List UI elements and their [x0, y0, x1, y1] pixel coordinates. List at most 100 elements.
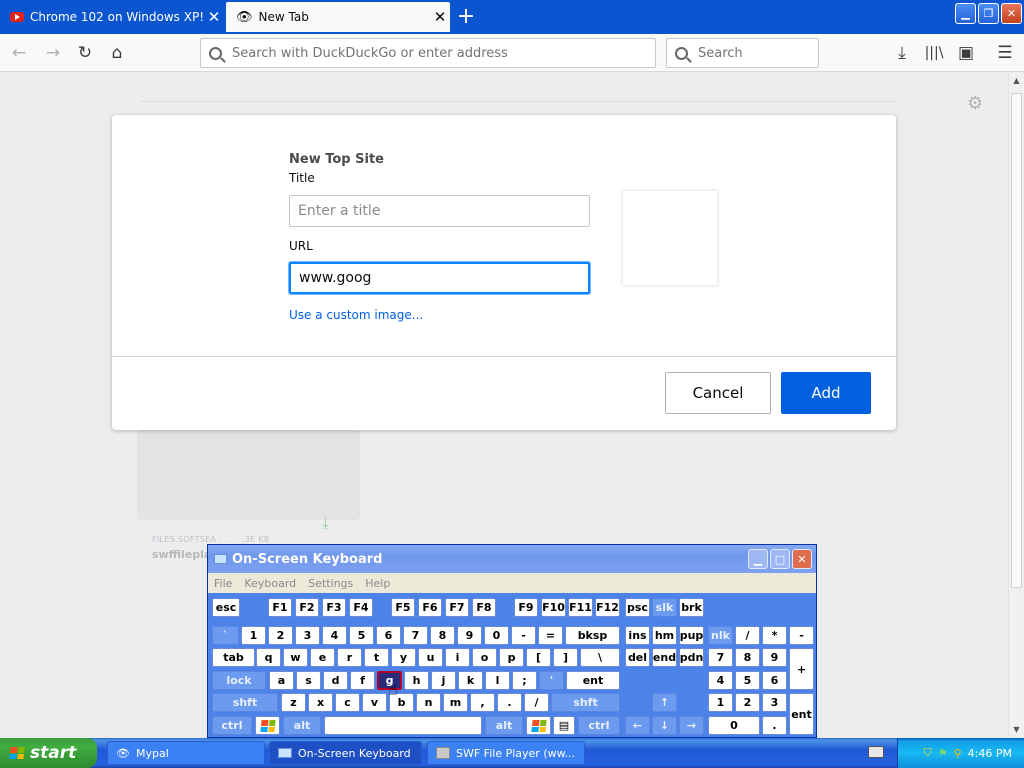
osk-key[interactable]: F10	[541, 598, 566, 617]
osk-key[interactable]: .	[762, 716, 787, 735]
osk-key[interactable]: 6	[762, 671, 787, 690]
osk-key[interactable]: 0	[708, 716, 760, 735]
osk-key[interactable]: hm	[652, 626, 677, 645]
download-icon[interactable]: ⤓	[890, 41, 914, 65]
osk-key[interactable]: k	[458, 671, 483, 690]
osk-key[interactable]: F5	[391, 598, 415, 617]
add-button[interactable]: Add	[781, 372, 871, 414]
osk-key[interactable]: 3	[295, 626, 320, 645]
osk-key[interactable]: '	[539, 671, 564, 690]
osk-key[interactable]: 4	[708, 671, 733, 690]
osk-key[interactable]: alt	[485, 716, 523, 735]
taskbar-item-swf-player[interactable]: SWF File Player (ww...	[427, 741, 585, 765]
close-tab-icon[interactable]: ✕	[204, 8, 224, 26]
osk-key[interactable]: q	[256, 648, 281, 667]
osk-minimize-button[interactable]: ▁	[748, 549, 768, 569]
osk-key[interactable]: 3	[762, 693, 787, 712]
osk-key[interactable]: psc	[625, 598, 650, 617]
osk-key[interactable]: i	[445, 648, 470, 667]
osk-key[interactable]: F11	[568, 598, 593, 617]
osk-key[interactable]: s	[296, 671, 321, 690]
osk-key[interactable]: pdn	[679, 648, 704, 667]
menu-keyboard[interactable]: Keyboard	[238, 577, 302, 590]
minimize-button[interactable]: ▁	[955, 3, 976, 24]
osk-key[interactable]: 7	[708, 648, 733, 667]
tab-new-tab[interactable]: 👁 New Tab ✕	[226, 2, 450, 32]
network-icon[interactable]: ⚑	[938, 747, 948, 760]
osk-key[interactable]: F7	[445, 598, 469, 617]
osk-key[interactable]: a	[269, 671, 294, 690]
osk-key[interactable]: x	[308, 693, 333, 712]
top-site-tile[interactable]	[137, 430, 360, 520]
osk-key[interactable]: u	[418, 648, 443, 667]
osk-key[interactable]: ↓	[652, 716, 677, 735]
osk-key[interactable]: nlk	[708, 626, 733, 645]
osk-key[interactable]: F8	[472, 598, 496, 617]
back-arrow-icon[interactable]: ←	[7, 41, 31, 65]
osk-key[interactable]: -	[789, 626, 814, 645]
menu-icon[interactable]: ☰	[993, 41, 1017, 65]
search-tray-icon[interactable]: ⚲	[954, 747, 962, 760]
osk-key[interactable]: =	[538, 626, 563, 645]
osk-key[interactable]: n	[416, 693, 441, 712]
osk-key[interactable]: 2	[735, 693, 760, 712]
osk-key[interactable]: 6	[376, 626, 401, 645]
osk-key[interactable]: f	[350, 671, 375, 690]
osk-key[interactable]: →	[679, 716, 704, 735]
osk-key[interactable]: end	[652, 648, 677, 667]
osk-key[interactable]: alt	[283, 716, 321, 735]
osk-key[interactable]: lock	[212, 671, 266, 690]
osk-key[interactable]: 4	[322, 626, 347, 645]
osk-key[interactable]: shft	[212, 693, 278, 712]
osk-key[interactable]: -	[511, 626, 536, 645]
title-input[interactable]: Enter a title	[289, 195, 590, 227]
osk-key[interactable]: ins	[625, 626, 650, 645]
osk-key[interactable]: 9	[762, 648, 787, 667]
osk-key[interactable]: 5	[349, 626, 374, 645]
osk-key[interactable]: .	[497, 693, 522, 712]
osk-titlebar[interactable]: On-Screen Keyboard ▁ □ ✕	[208, 545, 816, 573]
osk-key[interactable]: 9	[457, 626, 482, 645]
osk-key[interactable]: ent	[789, 693, 814, 735]
osk-key[interactable]: c	[335, 693, 360, 712]
cancel-button[interactable]: Cancel	[665, 372, 771, 414]
osk-key[interactable]: h	[404, 671, 429, 690]
osk-key[interactable]: ]	[553, 648, 578, 667]
osk-key[interactable]: 5	[735, 671, 760, 690]
osk-key[interactable]: F12	[595, 598, 620, 617]
keyboard-layout-icon[interactable]	[868, 746, 884, 758]
gear-icon[interactable]: ⚙	[967, 93, 983, 114]
forward-arrow-icon[interactable]: →	[41, 41, 65, 65]
osk-key[interactable]: ↑	[652, 693, 677, 712]
taskbar-item-osk[interactable]: On-Screen Keyboard	[269, 741, 422, 765]
home-icon[interactable]: ⌂	[105, 41, 129, 65]
osk-key-windows[interactable]	[255, 716, 280, 735]
menu-help[interactable]: Help	[359, 577, 396, 590]
osk-key[interactable]: 7	[403, 626, 428, 645]
osk-key[interactable]: \	[580, 648, 620, 667]
osk-key[interactable]: ←	[625, 716, 650, 735]
scroll-thumb[interactable]	[1011, 93, 1022, 588]
scroll-up-icon[interactable]: ▲	[1009, 73, 1024, 89]
osk-key[interactable]: `	[212, 626, 239, 645]
osk-key[interactable]: d	[323, 671, 348, 690]
osk-key[interactable]: [	[526, 648, 551, 667]
scroll-down-icon[interactable]: ▼	[1009, 722, 1024, 738]
osk-key-space[interactable]	[324, 716, 482, 735]
osk-maximize-button[interactable]: □	[770, 549, 790, 569]
osk-key[interactable]: j	[431, 671, 456, 690]
osk-key[interactable]: F6	[418, 598, 442, 617]
osk-key[interactable]: ctrl	[212, 716, 252, 735]
osk-key[interactable]: ;	[512, 671, 537, 690]
library-icon[interactable]: |||\	[922, 41, 946, 65]
menu-file[interactable]: File	[208, 577, 238, 590]
osk-key[interactable]: F3	[322, 598, 346, 617]
shield-icon[interactable]: ⛉	[923, 746, 931, 760]
osk-key[interactable]: 2	[268, 626, 293, 645]
taskbar-item-mypal[interactable]: 👁 Mypal	[107, 741, 265, 765]
osk-key[interactable]: esc	[212, 598, 240, 617]
osk-key[interactable]: w	[283, 648, 308, 667]
vertical-scrollbar[interactable]: ▲ ▼	[1008, 73, 1024, 738]
url-input[interactable]: www.goog	[289, 262, 590, 294]
osk-key-windows[interactable]	[526, 716, 551, 735]
